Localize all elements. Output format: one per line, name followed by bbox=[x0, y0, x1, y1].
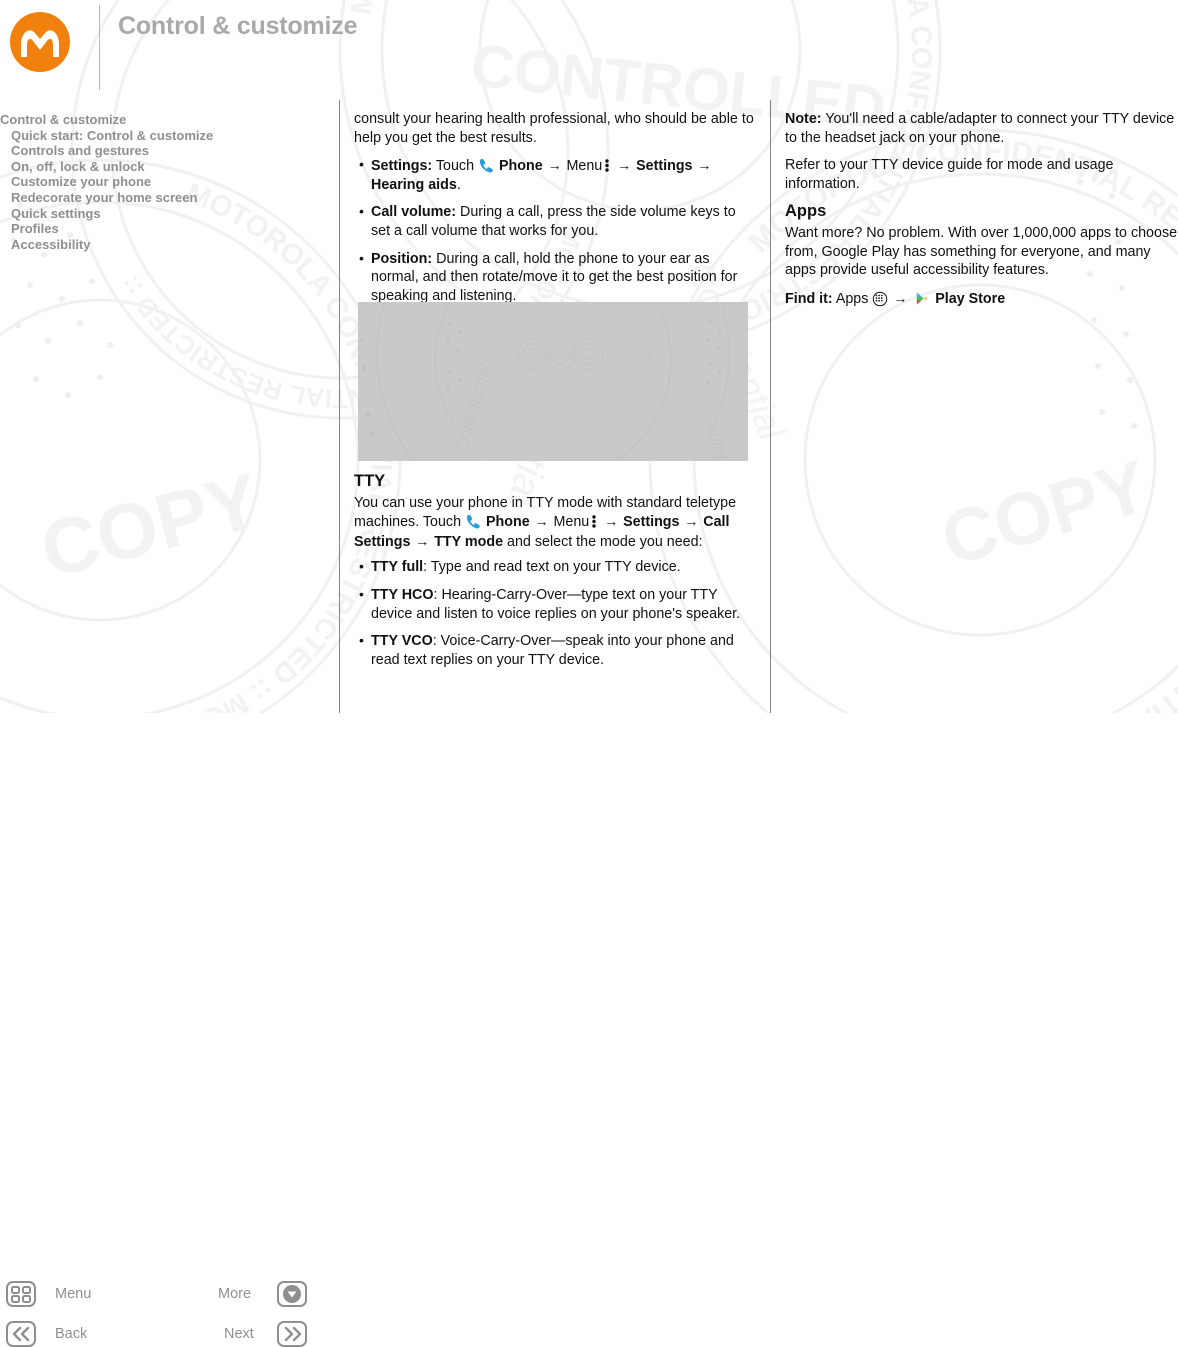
find-it-paragraph: Find it: Apps → Play Store bbox=[785, 289, 1178, 309]
apps-paragraph: Want more? No problem. With over 1,000,0… bbox=[785, 224, 1178, 279]
page-title: Control & customize bbox=[118, 12, 358, 40]
column-divider-left bbox=[339, 100, 340, 713]
watermark-word: COPY bbox=[32, 455, 269, 595]
menu-label[interactable]: Menu bbox=[55, 1286, 91, 1302]
body-text: and select the mode you need: bbox=[503, 533, 703, 550]
tty-section: TTY You can use your phone in TTY mode w… bbox=[354, 470, 754, 678]
apps-heading: Apps bbox=[785, 202, 827, 221]
sidebar-item-7[interactable]: Profiles bbox=[0, 221, 330, 237]
emphasis-text: Settings bbox=[636, 158, 693, 175]
find-it-label: Find it: bbox=[785, 290, 833, 307]
next-button[interactable] bbox=[277, 1321, 307, 1347]
arrow-separator: → bbox=[604, 513, 623, 530]
note-label: Note: bbox=[785, 111, 822, 127]
sidebar-item-2[interactable]: Controls and gestures bbox=[0, 143, 330, 159]
emphasis-text: Phone bbox=[499, 158, 543, 175]
intro-paragraph: consult your hearing health professional… bbox=[354, 111, 754, 146]
list-item-term: TTY HCO bbox=[371, 586, 434, 603]
arrow-separator: → bbox=[693, 157, 712, 174]
list-item: TTY full: Type and read text on your TTY… bbox=[354, 557, 754, 577]
watermark-word: COPY bbox=[932, 443, 1158, 582]
tty-heading: TTY bbox=[354, 472, 386, 490]
more-button[interactable] bbox=[277, 1281, 307, 1307]
arrow-separator: → bbox=[411, 532, 434, 549]
phone-icon bbox=[465, 514, 482, 529]
emphasis-text: TTY mode bbox=[434, 533, 504, 550]
note-text: You'll need a cable/adapter to connect y… bbox=[785, 111, 1175, 146]
body-text: . bbox=[456, 176, 461, 193]
arrow-separator: → bbox=[680, 513, 703, 530]
hearing-aid-bullet-list: Settings: Touch Phone → Menu → Settings … bbox=[354, 155, 754, 306]
menu-dots-icon bbox=[604, 158, 610, 173]
page-header: Control & customize bbox=[0, 0, 1178, 99]
back-button[interactable] bbox=[6, 1321, 36, 1347]
emphasis-text: Phone bbox=[485, 514, 530, 531]
list-item-term: Position: bbox=[371, 250, 433, 267]
list-item: TTY VCO: Voice-Carry-Over—speak into you… bbox=[354, 631, 754, 669]
next-label[interactable]: Next bbox=[224, 1326, 254, 1342]
menu-dots-icon bbox=[591, 514, 597, 529]
svg-text:Confidential: Confidential bbox=[452, 360, 495, 453]
apps-grid-icon bbox=[872, 291, 888, 307]
right-column: Note: You'll need a cable/adapter to con… bbox=[785, 110, 1178, 317]
sidebar-item-6[interactable]: Quick settings bbox=[0, 206, 330, 222]
sidebar-item-0[interactable]: Control & customize bbox=[0, 112, 330, 128]
sidebar-item-3[interactable]: On, off, lock & unlock bbox=[0, 159, 330, 175]
tty-mode-bullet-list: TTY full: Type and read text on your TTY… bbox=[354, 557, 754, 669]
tty-intro-paragraph: You can use your phone in TTY mode with … bbox=[354, 494, 754, 552]
note-paragraph: Note: You'll need a cable/adapter to con… bbox=[785, 110, 1178, 147]
arrow-separator: → bbox=[617, 157, 636, 174]
emphasis-text: Play Store bbox=[935, 290, 1006, 307]
more-label[interactable]: More bbox=[218, 1286, 251, 1302]
figure-image-placeholder: Confidential Confidential bbox=[358, 302, 748, 461]
list-item-term: Settings: bbox=[371, 158, 433, 175]
svg-text:Confidential: Confidential bbox=[700, 409, 738, 461]
list-item: TTY HCO: Hearing-Carry-Over—type text on… bbox=[354, 585, 754, 623]
back-label[interactable]: Back bbox=[55, 1326, 87, 1342]
menu-button[interactable] bbox=[6, 1281, 36, 1307]
sidebar-item-1[interactable]: Quick start: Control & customize bbox=[0, 128, 330, 144]
emphasis-text: Hearing aids bbox=[371, 176, 457, 193]
phone-icon bbox=[478, 158, 495, 173]
list-item-term: TTY VCO bbox=[371, 633, 433, 650]
body-text: Menu bbox=[553, 514, 590, 531]
body-text: Apps bbox=[832, 290, 873, 307]
arrow-separator: → bbox=[530, 513, 553, 530]
list-item: Settings: Touch Phone → Menu → Settings … bbox=[354, 155, 754, 194]
sidebar-item-4[interactable]: Customize your phone bbox=[0, 174, 330, 190]
motorola-logo bbox=[10, 12, 70, 72]
play-store-icon bbox=[914, 291, 929, 306]
body-text: Menu bbox=[566, 158, 603, 175]
list-item-text: : Type and read text on your TTY device. bbox=[423, 559, 681, 576]
header-divider bbox=[99, 5, 100, 90]
list-item-term: Call volume: bbox=[371, 204, 457, 221]
middle-column: consult your hearing health professional… bbox=[354, 110, 754, 314]
list-item: Position: During a call, hold the phone … bbox=[354, 249, 754, 306]
sidebar-item-8[interactable]: Accessibility bbox=[0, 237, 330, 253]
column-divider-right bbox=[770, 100, 771, 713]
arrow-separator: → bbox=[543, 157, 566, 174]
list-item-term: TTY full bbox=[371, 559, 424, 576]
emphasis-text: Settings bbox=[623, 514, 680, 531]
footer-nav: Menu More Back Next bbox=[0, 636, 330, 1347]
arrow-separator: → bbox=[893, 289, 912, 306]
refer-paragraph: Refer to your TTY device guide for mode … bbox=[785, 157, 1114, 192]
list-item: Call volume: During a call, press the si… bbox=[354, 202, 754, 240]
sidebar-nav: Control & customize Quick start: Control … bbox=[0, 112, 330, 252]
sidebar-item-5[interactable]: Redecorate your home screen bbox=[0, 190, 330, 206]
body-text: Touch bbox=[432, 158, 479, 175]
